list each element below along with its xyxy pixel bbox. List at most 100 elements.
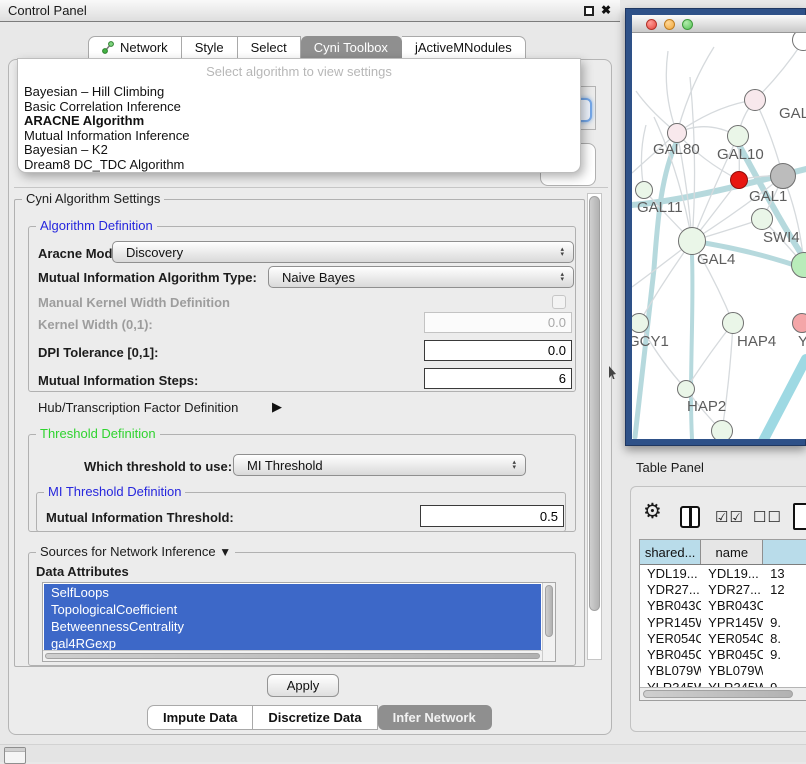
column-header-name[interactable]: name xyxy=(701,540,763,564)
manual-kernel-label: Manual Kernel Width Definition xyxy=(38,295,230,310)
node-label: GAL80 xyxy=(653,141,700,158)
table-row[interactable]: YER054CYER054C8. xyxy=(640,630,806,646)
attribute-item[interactable]: SelfLoops xyxy=(44,584,541,601)
network-node[interactable] xyxy=(770,163,796,189)
zoom-traffic-light[interactable] xyxy=(682,19,693,30)
node-label: GAL10 xyxy=(717,146,764,163)
tab-label: Impute Data xyxy=(163,710,237,725)
network-node-y[interactable] xyxy=(792,313,806,333)
list-horizontal-scrollbar[interactable] xyxy=(43,650,542,661)
gear-icon[interactable]: ⚙ xyxy=(643,501,662,522)
control-panel-title: Control Panel xyxy=(8,3,87,18)
column-header-shared[interactable]: shared... xyxy=(640,540,701,564)
hub-section-label: Hub/Transcription Factor Definition xyxy=(38,400,238,415)
attribute-table: shared... name YDL19...YDL19...13 YDR27.… xyxy=(639,539,806,701)
settings-vertical-scrollbar[interactable] xyxy=(587,193,602,660)
select-all-checks-icon[interactable]: ☑☑ xyxy=(715,508,744,526)
float-icon[interactable] xyxy=(584,6,594,16)
table-header-row: shared... name xyxy=(640,540,806,565)
network-node-gal1[interactable] xyxy=(730,171,748,189)
algorithm-dropdown-item[interactable]: Bayesian – Hill Climbing xyxy=(18,85,580,100)
tab-discretize-data[interactable]: Discretize Data xyxy=(253,705,377,730)
deselect-all-checks-icon[interactable]: ☐☐ xyxy=(753,508,782,526)
which-threshold-select[interactable]: MI Threshold ▴▾ xyxy=(233,454,526,476)
list-vertical-scrollbar[interactable] xyxy=(542,583,555,661)
table-row[interactable]: YBL079WYBL079W xyxy=(640,663,806,679)
network-node-swi4[interactable] xyxy=(751,208,773,230)
table-row[interactable]: YBR043CYBR043C xyxy=(640,598,806,614)
network-node-gal10[interactable] xyxy=(727,125,749,147)
algorithm-dropdown-item[interactable]: ARACNE Algorithm xyxy=(18,114,580,129)
network-node-gal11[interactable] xyxy=(635,181,653,199)
algorithm-dropdown-item[interactable]: Bayesian – K2 xyxy=(18,143,580,158)
tab-jactivemnodules[interactable]: jActiveMNodules xyxy=(402,36,526,59)
bottom-tabbar: Impute Data Discretize Data Infer Networ… xyxy=(147,705,492,730)
sources-title-text: Sources for Network Inference xyxy=(40,544,216,559)
manual-kernel-checkbox xyxy=(552,295,566,309)
sources-title: Sources for Network Inference ▼ xyxy=(36,544,235,559)
tab-style[interactable]: Style xyxy=(182,36,238,59)
network-node[interactable] xyxy=(744,89,766,111)
cyni-settings-title: Cyni Algorithm Settings xyxy=(22,191,164,206)
table-row[interactable]: YPR145WYPR145W9. xyxy=(640,614,806,630)
algorithm-dropdown-item[interactable]: Basic Correlation Inference xyxy=(18,100,580,115)
network-window-titlebar[interactable] xyxy=(632,15,806,33)
network-node-hap4[interactable] xyxy=(722,312,744,334)
close-traffic-light[interactable] xyxy=(646,19,657,30)
table-row[interactable]: YDR27...YDR27...12 xyxy=(640,581,806,597)
close-icon[interactable]: ✖ xyxy=(601,3,611,17)
network-node-gal80[interactable] xyxy=(667,123,687,143)
aracne-mode-value: Discovery xyxy=(126,245,183,260)
table-body: YDL19...YDL19...13 YDR27...YDR27...12 YB… xyxy=(640,565,806,688)
data-attributes-list[interactable]: SelfLoops TopologicalCoefficient Between… xyxy=(42,582,556,662)
algorithm-dropdown-item[interactable]: Mutual Information Inference xyxy=(18,129,580,144)
tab-label: Cyni Toolbox xyxy=(314,40,388,55)
mi-threshold-label: Mutual Information Threshold: xyxy=(46,510,234,525)
node-label: HAP2 xyxy=(687,398,726,415)
network-canvas[interactable]: GAL GAL80 GAL10 GAL1 GAL11 SWI4 GAL4 GCY… xyxy=(632,33,806,439)
spinner-arrows-icon: ▴▾ xyxy=(560,247,564,257)
collapse-arrow-icon[interactable]: ▼ xyxy=(219,545,231,559)
tab-label: jActiveMNodules xyxy=(415,40,512,55)
table-row[interactable]: YBR045CYBR045C9. xyxy=(640,646,806,662)
new-table-icon[interactable] xyxy=(793,503,806,530)
dpi-tolerance-label: DPI Tolerance [0,1]: xyxy=(38,345,158,360)
node-label: GAL xyxy=(779,105,806,122)
tab-select[interactable]: Select xyxy=(238,36,301,59)
spinner-arrows-icon: ▴▾ xyxy=(560,272,564,282)
table-row[interactable]: YDL19...YDL19...13 xyxy=(640,565,806,581)
tab-network[interactable]: Network xyxy=(88,36,182,59)
tab-impute-data[interactable]: Impute Data xyxy=(147,705,253,730)
algorithm-dropdown-placeholder: Select algorithm to view settings xyxy=(18,59,580,79)
dpi-tolerance-input[interactable] xyxy=(424,340,572,361)
mi-type-select[interactable]: Naive Bayes ▴▾ xyxy=(268,266,574,288)
which-threshold-value: MI Threshold xyxy=(247,458,323,473)
mi-threshold-input[interactable] xyxy=(420,505,564,527)
expand-arrow-icon[interactable]: ▶ xyxy=(272,399,282,415)
table-horizontal-scrollbar[interactable] xyxy=(640,687,806,700)
algorithm-definition-title: Algorithm Definition xyxy=(36,218,157,233)
attribute-item[interactable]: BetweennessCentrality xyxy=(44,618,541,635)
mi-threshold-group-title: MI Threshold Definition xyxy=(44,484,185,499)
algorithm-dropdown[interactable]: Select algorithm to view settings Bayesi… xyxy=(17,58,581,173)
minimize-traffic-light[interactable] xyxy=(664,19,675,30)
mi-steps-input[interactable] xyxy=(424,368,572,389)
node-label: GAL4 xyxy=(697,251,735,268)
spinner-arrows-icon: ▴▾ xyxy=(512,460,516,470)
network-icon xyxy=(102,41,115,54)
split-columns-icon[interactable] xyxy=(680,506,700,528)
table-panel-title: Table Panel xyxy=(636,460,704,475)
threshold-definition-title: Threshold Definition xyxy=(36,426,160,441)
tab-infer-network[interactable]: Infer Network xyxy=(378,705,492,730)
which-threshold-label: Which threshold to use: xyxy=(84,459,232,474)
column-header-extra[interactable] xyxy=(763,540,806,564)
table-panel: ⚙ ☑☑ ☐☐ shared... name YDL19...YDL19...1… xyxy=(630,486,806,732)
network-node[interactable] xyxy=(711,420,733,439)
apply-button[interactable]: Apply xyxy=(267,674,339,697)
attribute-item[interactable]: TopologicalCoefficient xyxy=(44,601,541,618)
network-node-hap2[interactable] xyxy=(677,380,695,398)
tab-cyni-toolbox[interactable]: Cyni Toolbox xyxy=(301,36,402,59)
aracne-mode-select[interactable]: Discovery ▴▾ xyxy=(112,241,574,263)
docked-panel-icon[interactable] xyxy=(4,747,26,764)
algorithm-dropdown-item[interactable]: Dream8 DC_TDC Algorithm xyxy=(18,158,580,173)
